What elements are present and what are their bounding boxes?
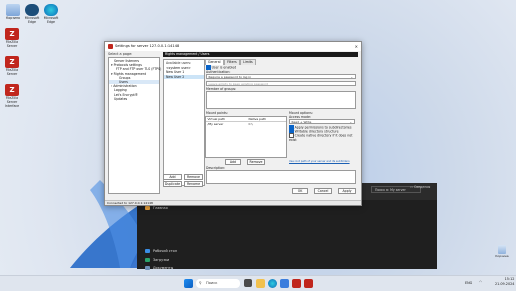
chevron-down-icon: ⌄ xyxy=(350,75,353,79)
wifi-icon[interactable]: ◠ xyxy=(479,280,482,284)
mount-points-label: Mount points: xyxy=(206,111,228,115)
nav-label: Документы xyxy=(153,266,174,270)
create-native-dir-checkbox[interactable]: Create native directory if it does not e… xyxy=(289,133,358,142)
file-explorer-icon[interactable] xyxy=(256,279,265,288)
desktop-icon-label: Microsoft Edge xyxy=(43,16,59,24)
filezilla-icon: Z xyxy=(5,84,19,96)
clock[interactable]: 15:12 21.09.2024 xyxy=(495,277,514,286)
dialog-titlebar[interactable]: Settings for server 127.0.0.1:14148 ✕ xyxy=(105,42,361,51)
documents-icon xyxy=(145,266,150,270)
taskbar: ⚲ Поиск ENG ◠ 15:12 21.09.2024 xyxy=(0,275,516,291)
desktop-icon-edge-2[interactable]: Microsoft Edge xyxy=(40,4,62,25)
mount-points-table: Virtual path Native path /My server C:\ xyxy=(205,116,287,158)
checkbox-label: Create native directory if it does not e… xyxy=(289,133,353,142)
edge-icon xyxy=(25,4,39,16)
filezilla-taskbar-icon[interactable] xyxy=(292,279,301,288)
description-input[interactable] xyxy=(206,170,356,184)
select-value: Read + Write xyxy=(291,120,312,124)
table-cell: C:\ xyxy=(248,122,253,126)
close-icon[interactable]: ✕ xyxy=(355,42,358,51)
status-bar: Connected to 127.0.0.1:14148 xyxy=(105,200,361,205)
tree-item-updates[interactable]: Updates xyxy=(109,97,159,101)
recycle-bin-icon xyxy=(6,4,20,16)
password-input[interactable]: Leave empty to keep existing password xyxy=(206,81,356,86)
user-list-item-selected[interactable]: New User 2 xyxy=(164,74,204,80)
search-label: Поиск xyxy=(206,281,218,285)
edge-icon xyxy=(44,4,58,16)
search-icon: ⚲ xyxy=(199,281,202,285)
explorer-nav-item[interactable]: Загрузки xyxy=(145,256,169,264)
groups-list[interactable] xyxy=(206,91,356,109)
desktop-icon-label: FileZilla Server Interface xyxy=(4,96,20,108)
details-label: Сведения xyxy=(414,185,431,189)
select-value: Require a password to log in xyxy=(208,75,252,79)
taskbar-search-input[interactable]: ⚲ Поиск xyxy=(196,279,240,288)
filezilla-icon: Z xyxy=(5,56,19,68)
chevron-down-icon: ⌄ xyxy=(349,120,352,124)
column-header: Native path xyxy=(248,117,267,121)
task-view-icon[interactable] xyxy=(244,279,252,287)
filezilla-taskbar-icon-2[interactable] xyxy=(304,279,313,288)
nav-label: Главная xyxy=(153,206,168,210)
authentication-select[interactable]: Require a password to log in ⌄ xyxy=(206,74,356,79)
details-button[interactable]: ▭ Сведения xyxy=(410,185,430,189)
edge-icon[interactable] xyxy=(268,279,277,288)
desktop-icon-label: FileZilla Server xyxy=(5,40,19,48)
filezilla-icon: Z xyxy=(5,28,19,40)
mount-add-button[interactable]: Add xyxy=(225,159,241,165)
mount-remove-button[interactable]: Remove xyxy=(247,159,265,165)
select-page-label: Select a page: xyxy=(108,52,133,56)
apply-button[interactable]: Apply xyxy=(338,188,356,194)
table-row[interactable]: /My server C:\ xyxy=(206,122,286,126)
store-icon[interactable] xyxy=(280,279,289,288)
filezilla-logo-icon xyxy=(108,44,113,49)
downloads-icon xyxy=(145,258,150,262)
settings-dialog: Settings for server 127.0.0.1:14148 ✕ Se… xyxy=(104,41,362,206)
desktop-icon-label: Корзина xyxy=(495,254,509,258)
user-enabled-checkbox[interactable]: User is enabled xyxy=(206,65,236,70)
settings-tree: Server listeners ▾ Protocols settings FT… xyxy=(108,57,161,194)
nav-label: Загрузки xyxy=(153,258,170,262)
nav-label: Рабочий стол xyxy=(153,249,177,253)
remove-user-button[interactable]: Remove xyxy=(184,174,203,180)
dialog-title: Settings for server 127.0.0.1:14148 xyxy=(115,44,180,48)
ok-button[interactable]: OK xyxy=(292,188,308,194)
available-users-list: Available users: <system user> New User … xyxy=(163,59,205,186)
rename-user-button[interactable]: Rename xyxy=(184,181,203,187)
home-icon xyxy=(145,206,150,210)
recycle-bin-icon xyxy=(498,245,506,254)
add-user-button[interactable]: Add xyxy=(163,174,182,180)
language-indicator[interactable]: ENG xyxy=(465,281,472,285)
desktop-icon-recycle-bin-2[interactable]: Корзина xyxy=(495,245,509,258)
desktop-icon-filezilla-interface[interactable]: Z FileZilla Server Interface xyxy=(1,84,23,108)
cancel-button[interactable]: Cancel xyxy=(314,188,332,194)
desktop-icon-filezilla-server-2[interactable]: Z FileZilla Server xyxy=(1,56,23,77)
access-mode-select[interactable]: Read + Write ⌄ xyxy=(289,119,355,124)
desktop-icon-label: FileZilla Server xyxy=(5,68,19,76)
tab-limits[interactable]: Limits xyxy=(240,59,256,65)
table-cell: /My server xyxy=(207,122,224,126)
checkbox-label: User is enabled xyxy=(211,65,237,70)
desktop-folder-icon xyxy=(145,249,150,253)
start-windows-icon[interactable] xyxy=(184,279,193,288)
checkbox-checked-icon xyxy=(206,65,211,70)
clock-date: 21.09.2024 xyxy=(495,281,515,286)
root-path-link[interactable]: Use root path of your server and its sub… xyxy=(289,160,350,163)
explorer-nav-item[interactable]: Документы xyxy=(145,266,173,270)
desktop-icon-filezilla-server[interactable]: Z FileZilla Server xyxy=(1,28,23,49)
duplicate-user-button[interactable]: Duplicate xyxy=(163,181,182,187)
column-header: Virtual path xyxy=(207,117,226,121)
page-header: Rights management / Users xyxy=(163,52,358,57)
explorer-nav-item[interactable]: Рабочий стол xyxy=(145,247,177,255)
